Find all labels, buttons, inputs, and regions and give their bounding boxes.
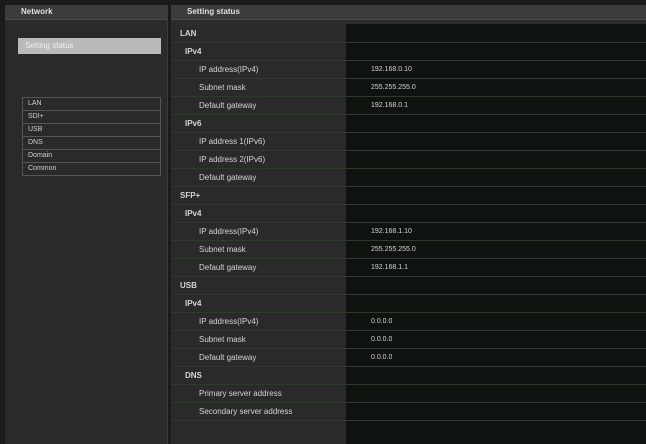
usb-section-row: USB <box>171 277 646 295</box>
lan-section-row: LAN <box>171 25 646 43</box>
sfp-ipv4-mask-row: Subnet mask 255.255.255.0 <box>171 241 646 259</box>
lan-ipv4-row: IPv4 <box>171 43 646 61</box>
lan-ipv6-row: IPv6 <box>171 115 646 133</box>
dns-primary-row: Primary server address <box>171 385 646 403</box>
sfp-section-row: SFP+ <box>171 187 646 205</box>
nav-item-lan[interactable]: LAN <box>23 98 160 111</box>
sfp-ipv4-gw-value: 192.168.1.1 <box>371 264 408 271</box>
dns-section-row: DNS <box>171 367 646 385</box>
sfp-ipv4-ip-value: 192.168.1.10 <box>371 228 412 235</box>
sfp-ipv4-gw-row: Default gateway 192.168.1.1 <box>171 259 646 277</box>
settings-window: Network Setting status LAN SDI+ USB DNS … <box>0 0 646 444</box>
lan-ipv4-gw-value: 192.168.0.1 <box>371 102 408 109</box>
lan-ipv6-gw-label: Default gateway <box>199 173 257 182</box>
usb-ipv4-gw-value: 0.0.0.0 <box>371 354 393 361</box>
usb-ipv4-title: IPv4 <box>185 299 202 308</box>
right-panel: Setting status LAN IPv4 IP address(IPv4)… <box>171 5 646 444</box>
lan-ipv4-gw-label: Default gateway <box>199 101 257 110</box>
usb-ipv4-row: IPv4 <box>171 295 646 313</box>
usb-ipv4-ip-value: 0.0.0.0 <box>371 318 393 325</box>
nav-item-dns[interactable]: DNS <box>23 137 160 150</box>
dns-secondary-label: Secondary server address <box>199 407 293 416</box>
lan-ipv6-ip1-row: IP address 1(IPv6) <box>171 133 646 151</box>
lan-ipv4-mask-label: Subnet mask <box>199 83 246 92</box>
lan-ipv4-ip-label: IP address(IPv4) <box>199 65 259 74</box>
nav-item-common[interactable]: Common <box>23 163 160 175</box>
usb-ipv4-gw-label: Default gateway <box>199 353 257 362</box>
sfp-ipv4-ip-row: IP address(IPv4) 192.168.1.10 <box>171 223 646 241</box>
dns-section-title: DNS <box>185 371 202 380</box>
lan-ipv4-gw-row: Default gateway 192.168.0.1 <box>171 97 646 115</box>
lan-ipv6-ip2-label: IP address 2(IPv6) <box>199 155 266 164</box>
nav-item-usb[interactable]: USB <box>23 124 160 137</box>
lan-ipv6-title: IPv6 <box>185 119 202 128</box>
lan-ipv4-ip-value: 192.168.0.10 <box>371 66 412 73</box>
nav-item-sfp[interactable]: SDI+ <box>23 111 160 124</box>
left-panel: Network Setting status LAN SDI+ USB DNS … <box>5 5 168 444</box>
usb-ipv4-mask-row: Subnet mask 0.0.0.0 <box>171 331 646 349</box>
lan-ipv4-ip-row: IP address(IPv4) 192.168.0.10 <box>171 61 646 79</box>
lan-ipv4-mask-value: 255.255.255.0 <box>371 84 416 91</box>
sfp-ipv4-mask-label: Subnet mask <box>199 245 246 254</box>
usb-ipv4-mask-label: Subnet mask <box>199 335 246 344</box>
dns-secondary-row: Secondary server address <box>171 403 646 421</box>
usb-ipv4-gw-row: Default gateway 0.0.0.0 <box>171 349 646 367</box>
sfp-ipv4-ip-label: IP address(IPv4) <box>199 227 259 236</box>
sfp-ipv4-gw-label: Default gateway <box>199 263 257 272</box>
right-panel-header: Setting status <box>171 5 646 20</box>
usb-ipv4-ip-label: IP address(IPv4) <box>199 317 259 326</box>
usb-ipv4-mask-value: 0.0.0.0 <box>371 336 393 343</box>
lan-ipv4-title: IPv4 <box>185 47 202 56</box>
lan-section-title: LAN <box>180 29 197 38</box>
dns-primary-label: Primary server address <box>199 389 282 398</box>
lan-ipv6-ip2-row: IP address 2(IPv6) <box>171 151 646 169</box>
sfp-section-title: SFP+ <box>180 191 201 200</box>
sfp-ipv4-title: IPv4 <box>185 209 202 218</box>
sfp-ipv4-row: IPv4 <box>171 205 646 223</box>
nav-list: LAN SDI+ USB DNS Domain Common <box>22 97 161 176</box>
left-panel-header: Network <box>5 5 167 20</box>
usb-section-title: USB <box>180 281 197 290</box>
usb-ipv4-ip-row: IP address(IPv4) 0.0.0.0 <box>171 313 646 331</box>
nav-item-domain[interactable]: Domain <box>23 150 160 163</box>
lan-ipv6-gw-row: Default gateway <box>171 169 646 187</box>
lan-ipv4-mask-row: Subnet mask 255.255.255.0 <box>171 79 646 97</box>
setting-status-button[interactable]: Setting status <box>18 38 161 54</box>
sfp-ipv4-mask-value: 255.255.255.0 <box>371 246 416 253</box>
lan-ipv6-ip1-label: IP address 1(IPv6) <box>199 137 266 146</box>
